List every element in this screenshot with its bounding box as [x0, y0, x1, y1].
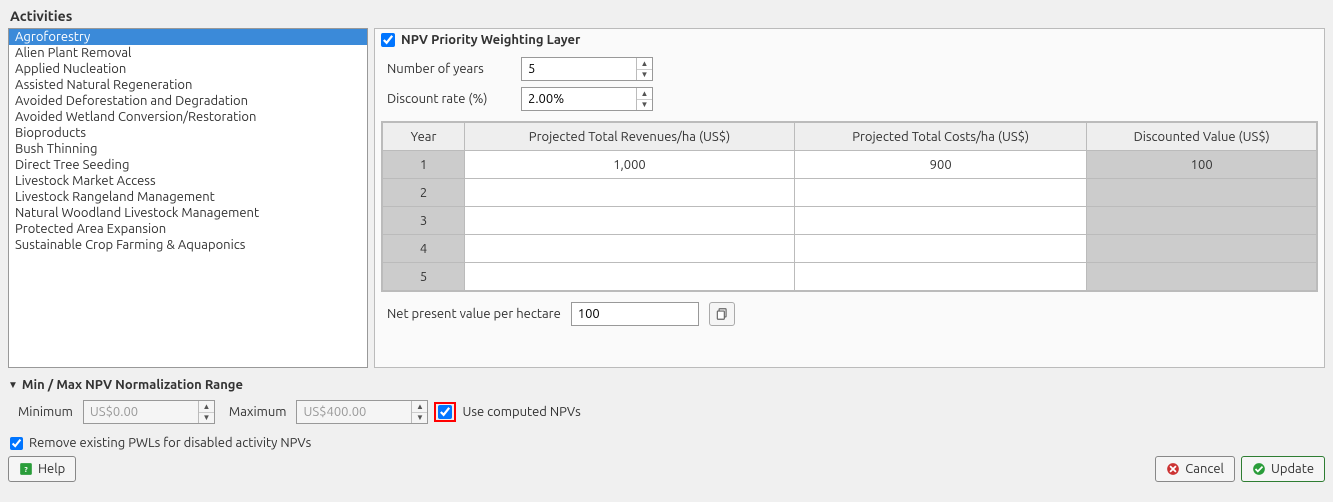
cell-revenue[interactable] [465, 235, 795, 263]
cell-cost[interactable]: 900 [794, 151, 1086, 179]
cell-revenue[interactable]: 1,000 [465, 151, 795, 179]
discount-rate-label: Discount rate (%) [387, 92, 513, 106]
cancel-button-label: Cancel [1185, 462, 1224, 476]
list-item[interactable]: Avoided Deforestation and Degradation [9, 93, 367, 109]
num-years-arrows[interactable]: ▲▼ [636, 58, 652, 80]
cell-cost[interactable] [794, 179, 1086, 207]
npv-per-ha-label: Net present value per hectare [387, 307, 561, 321]
remove-pwl-checkbox[interactable] [10, 437, 23, 450]
num-years-label: Number of years [387, 62, 513, 76]
cell-year: 3 [383, 207, 465, 235]
update-button[interactable]: Update [1241, 456, 1325, 482]
npv-enable-checkbox[interactable] [381, 33, 395, 47]
list-item[interactable]: Agroforestry [9, 29, 367, 45]
npv-table: Year Projected Total Revenues/ha (US$) P… [381, 121, 1318, 292]
minimum-spinner: ▲▼ [83, 400, 215, 424]
cell-discounted: 100 [1087, 151, 1317, 179]
discount-rate-input[interactable] [522, 88, 636, 110]
copy-npv-button[interactable] [709, 302, 735, 326]
cell-year: 2 [383, 179, 465, 207]
list-item[interactable]: Bush Thinning [9, 141, 367, 157]
list-item[interactable]: Natural Woodland Livestock Management [9, 205, 367, 221]
minimum-label: Minimum [18, 405, 73, 419]
maximum-spinner: ▲▼ [296, 400, 428, 424]
use-computed-checkbox[interactable] [438, 405, 452, 419]
cell-discounted [1087, 263, 1317, 291]
col-year: Year [383, 123, 465, 151]
list-item[interactable]: Avoided Wetland Conversion/Restoration [9, 109, 367, 125]
list-item[interactable]: Alien Plant Removal [9, 45, 367, 61]
npv-per-ha-input[interactable] [571, 302, 699, 326]
col-discounted: Discounted Value (US$) [1087, 123, 1317, 151]
cell-revenue[interactable] [465, 179, 795, 207]
col-revenue: Projected Total Revenues/ha (US$) [465, 123, 795, 151]
cell-discounted [1087, 207, 1317, 235]
activities-list[interactable]: AgroforestryAlien Plant RemovalApplied N… [8, 28, 368, 368]
use-computed-highlight [434, 402, 456, 422]
activities-section-label: Activities [10, 8, 1325, 24]
discount-rate-arrows[interactable]: ▲▼ [636, 88, 652, 110]
norm-section-label: Min / Max NPV Normalization Range [22, 378, 243, 392]
update-icon [1252, 462, 1266, 476]
minimum-input [84, 401, 198, 423]
cell-cost[interactable] [794, 207, 1086, 235]
table-row: 3 [383, 207, 1317, 235]
list-item[interactable]: Livestock Rangeland Management [9, 189, 367, 205]
table-row: 5 [383, 263, 1317, 291]
list-item[interactable]: Livestock Market Access [9, 173, 367, 189]
update-button-label: Update [1271, 462, 1314, 476]
num-years-spinner[interactable]: ▲▼ [521, 57, 653, 81]
list-item[interactable]: Sustainable Crop Farming & Aquaponics [9, 237, 367, 253]
help-icon: ? [19, 462, 33, 476]
help-button-label: Help [38, 462, 65, 476]
num-years-input[interactable] [522, 58, 636, 80]
maximum-input [297, 401, 411, 423]
table-row: 11,000900100 [383, 151, 1317, 179]
cell-cost[interactable] [794, 235, 1086, 263]
list-item[interactable]: Bioproducts [9, 125, 367, 141]
npv-panel: NPV Priority Weighting Layer Number of y… [374, 28, 1325, 368]
collapse-icon[interactable]: ▼ [8, 379, 18, 391]
cancel-icon [1166, 462, 1180, 476]
use-computed-label: Use computed NPVs [462, 405, 580, 419]
cancel-button[interactable]: Cancel [1155, 456, 1235, 482]
maximum-label: Maximum [229, 405, 287, 419]
cell-discounted [1087, 179, 1317, 207]
cell-year: 1 [383, 151, 465, 179]
maximum-arrows: ▲▼ [411, 401, 427, 423]
minimum-arrows: ▲▼ [198, 401, 214, 423]
list-item[interactable]: Assisted Natural Regeneration [9, 77, 367, 93]
table-row: 4 [383, 235, 1317, 263]
cell-revenue[interactable] [465, 207, 795, 235]
cell-discounted [1087, 235, 1317, 263]
help-button[interactable]: ? Help [8, 456, 76, 482]
cell-year: 4 [383, 235, 465, 263]
remove-pwl-label: Remove existing PWLs for disabled activi… [29, 436, 311, 450]
list-item[interactable]: Protected Area Expansion [9, 221, 367, 237]
list-item[interactable]: Direct Tree Seeding [9, 157, 367, 173]
discount-rate-spinner[interactable]: ▲▼ [521, 87, 653, 111]
cell-year: 5 [383, 263, 465, 291]
cell-cost[interactable] [794, 263, 1086, 291]
list-item[interactable]: Applied Nucleation [9, 61, 367, 77]
table-row: 2 [383, 179, 1317, 207]
cell-revenue[interactable] [465, 263, 795, 291]
col-cost: Projected Total Costs/ha (US$) [794, 123, 1086, 151]
npv-panel-title: NPV Priority Weighting Layer [401, 33, 580, 47]
